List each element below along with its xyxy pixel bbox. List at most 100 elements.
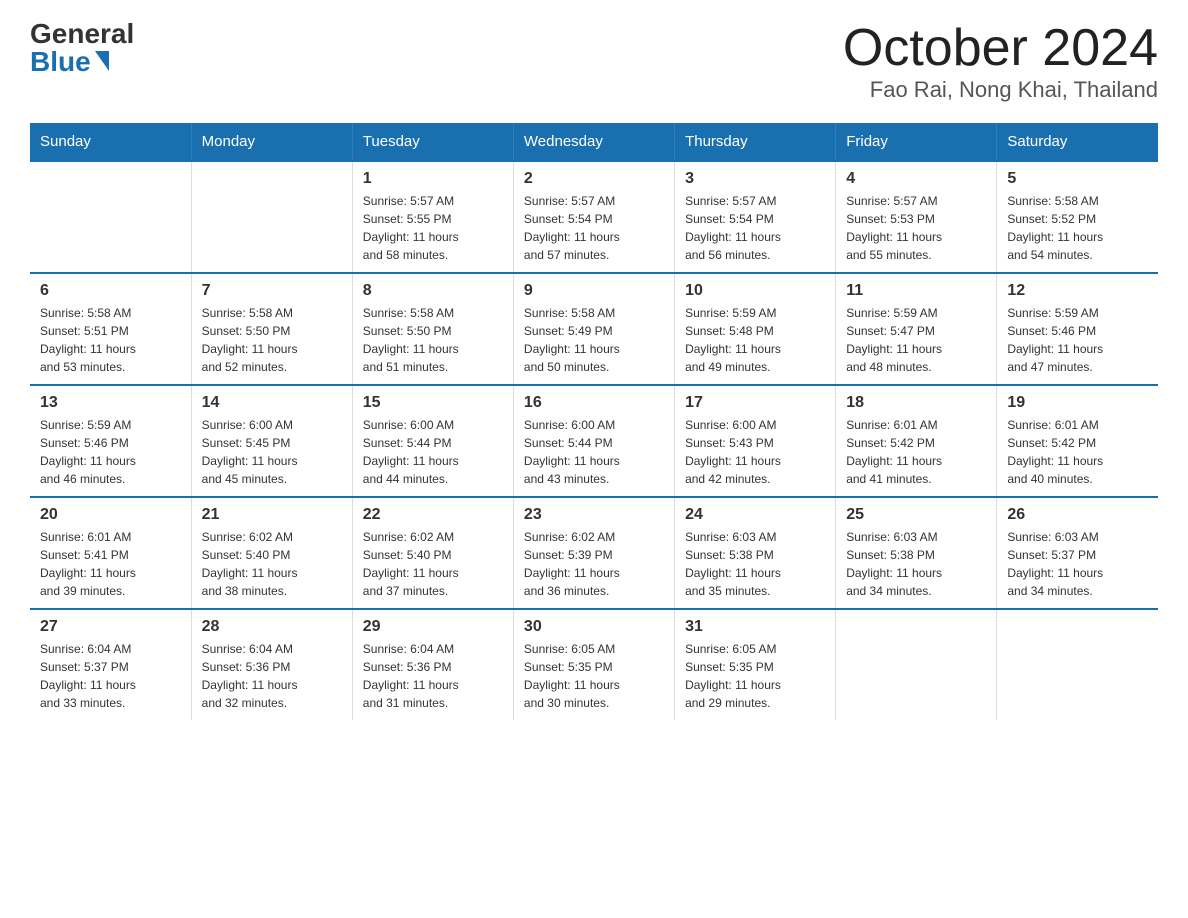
day-info: Sunrise: 5:57 AM Sunset: 5:54 PM Dayligh… [524, 192, 664, 264]
day-number: 21 [202, 506, 342, 524]
calendar-cell: 8 Sunrise: 5:58 AM Sunset: 5:50 PM Daylig… [352, 273, 513, 385]
calendar-cell: 9Sunrise: 5:58 AM Sunset: 5:49 PM Daylig… [513, 273, 674, 385]
day-info: Sunrise: 6:00 AM Sunset: 5:43 PM Dayligh… [685, 416, 825, 488]
day-info: Sunrise: 5:59 AM Sunset: 5:47 PM Dayligh… [846, 304, 986, 376]
calendar-header-row: SundayMondayTuesdayWednesdayThursdayFrid… [30, 123, 1158, 161]
day-info: Sunrise: 5:59 AM Sunset: 5:46 PM Dayligh… [40, 416, 181, 488]
calendar-cell: 18Sunrise: 6:01 AM Sunset: 5:42 PM Dayli… [836, 385, 997, 497]
calendar-cell: 22Sunrise: 6:02 AM Sunset: 5:40 PM Dayli… [352, 497, 513, 609]
day-number: 22 [363, 506, 503, 524]
day-info: Sunrise: 6:01 AM Sunset: 5:42 PM Dayligh… [1007, 416, 1148, 488]
day-number: 26 [1007, 506, 1148, 524]
day-info: Sunrise: 6:05 AM Sunset: 5:35 PM Dayligh… [685, 640, 825, 712]
day-info: Sunrise: 5:57 AM Sunset: 5:53 PM Dayligh… [846, 192, 986, 264]
day-info: Sunrise: 6:05 AM Sunset: 5:35 PM Dayligh… [524, 640, 664, 712]
day-info: Sunrise: 5:57 AM Sunset: 5:54 PM Dayligh… [685, 192, 825, 264]
header-sunday: Sunday [30, 123, 191, 161]
calendar-cell: 3 Sunrise: 5:57 AM Sunset: 5:54 PM Daylig… [675, 161, 836, 273]
calendar-cell: 21 Sunrise: 6:02 AM Sunset: 5:40 PM Dayli… [191, 497, 352, 609]
day-info: Sunrise: 6:01 AM Sunset: 5:41 PM Dayligh… [40, 528, 181, 600]
day-number: 20 [40, 506, 181, 524]
day-info: Sunrise: 5:58 AM Sunset: 5:50 PM Dayligh… [363, 304, 503, 376]
day-number: 8 [363, 282, 503, 300]
day-info: Sunrise: 6:04 AM Sunset: 5:36 PM Dayligh… [363, 640, 503, 712]
day-number: 29 [363, 618, 503, 636]
day-number: 30 [524, 618, 664, 636]
calendar-table: SundayMondayTuesdayWednesdayThursdayFrid… [30, 123, 1158, 720]
logo-general-text: General [30, 20, 134, 48]
day-info: Sunrise: 5:59 AM Sunset: 5:46 PM Dayligh… [1007, 304, 1148, 376]
calendar-cell: 24 Sunrise: 6:03 AM Sunset: 5:38 PM Dayli… [675, 497, 836, 609]
day-number: 16 [524, 394, 664, 412]
header-wednesday: Wednesday [513, 123, 674, 161]
calendar-cell [836, 609, 997, 720]
day-number: 17 [685, 394, 825, 412]
calendar-cell [997, 609, 1158, 720]
calendar-cell: 26 Sunrise: 6:03 AM Sunset: 5:37 PM Dayli… [997, 497, 1158, 609]
calendar-cell: 29 Sunrise: 6:04 AM Sunset: 5:36 PM Dayli… [352, 609, 513, 720]
day-info: Sunrise: 6:03 AM Sunset: 5:37 PM Dayligh… [1007, 528, 1148, 600]
calendar-week-row: 6 Sunrise: 5:58 AM Sunset: 5:51 PM Daylig… [30, 273, 1158, 385]
day-number: 7 [202, 282, 342, 300]
day-info: Sunrise: 5:58 AM Sunset: 5:51 PM Dayligh… [40, 304, 181, 376]
calendar-cell [30, 161, 191, 273]
calendar-cell: 31 Sunrise: 6:05 AM Sunset: 5:35 PM Dayli… [675, 609, 836, 720]
calendar-cell: 10 Sunrise: 5:59 AM Sunset: 5:48 PM Dayli… [675, 273, 836, 385]
day-number: 1 [363, 170, 503, 188]
logo-triangle-icon [95, 51, 109, 71]
day-info: Sunrise: 5:59 AM Sunset: 5:48 PM Dayligh… [685, 304, 825, 376]
calendar-cell: 13Sunrise: 5:59 AM Sunset: 5:46 PM Dayli… [30, 385, 191, 497]
page-header: General Blue October 2024 Fao Rai, Nong … [30, 20, 1158, 103]
calendar-cell: 7 Sunrise: 5:58 AM Sunset: 5:50 PM Daylig… [191, 273, 352, 385]
day-number: 9 [524, 282, 664, 300]
day-info: Sunrise: 6:00 AM Sunset: 5:44 PM Dayligh… [363, 416, 503, 488]
day-number: 24 [685, 506, 825, 524]
logo: General Blue [30, 20, 134, 76]
day-number: 5 [1007, 170, 1148, 188]
calendar-cell [191, 161, 352, 273]
calendar-cell: 5 Sunrise: 5:58 AM Sunset: 5:52 PM Daylig… [997, 161, 1158, 273]
day-number: 2 [524, 170, 664, 188]
day-info: Sunrise: 6:03 AM Sunset: 5:38 PM Dayligh… [846, 528, 986, 600]
day-info: Sunrise: 5:57 AM Sunset: 5:55 PM Dayligh… [363, 192, 503, 264]
day-number: 27 [40, 618, 181, 636]
calendar-cell: 19 Sunrise: 6:01 AM Sunset: 5:42 PM Dayli… [997, 385, 1158, 497]
header-tuesday: Tuesday [352, 123, 513, 161]
day-info: Sunrise: 6:00 AM Sunset: 5:45 PM Dayligh… [202, 416, 342, 488]
calendar-cell: 12Sunrise: 5:59 AM Sunset: 5:46 PM Dayli… [997, 273, 1158, 385]
calendar-cell: 17 Sunrise: 6:00 AM Sunset: 5:43 PM Dayli… [675, 385, 836, 497]
calendar-week-row: 13Sunrise: 5:59 AM Sunset: 5:46 PM Dayli… [30, 385, 1158, 497]
calendar-cell: 23 Sunrise: 6:02 AM Sunset: 5:39 PM Dayli… [513, 497, 674, 609]
calendar-cell: 27 Sunrise: 6:04 AM Sunset: 5:37 PM Dayli… [30, 609, 191, 720]
calendar-cell: 30 Sunrise: 6:05 AM Sunset: 5:35 PM Dayli… [513, 609, 674, 720]
day-info: Sunrise: 6:02 AM Sunset: 5:39 PM Dayligh… [524, 528, 664, 600]
day-number: 23 [524, 506, 664, 524]
day-info: Sunrise: 6:01 AM Sunset: 5:42 PM Dayligh… [846, 416, 986, 488]
calendar-cell: 11Sunrise: 5:59 AM Sunset: 5:47 PM Dayli… [836, 273, 997, 385]
day-number: 31 [685, 618, 825, 636]
title-block: October 2024 Fao Rai, Nong Khai, Thailan… [843, 20, 1158, 103]
calendar-cell: 1 Sunrise: 5:57 AM Sunset: 5:55 PM Daylig… [352, 161, 513, 273]
day-info: Sunrise: 6:03 AM Sunset: 5:38 PM Dayligh… [685, 528, 825, 600]
header-monday: Monday [191, 123, 352, 161]
day-number: 14 [202, 394, 342, 412]
day-number: 6 [40, 282, 181, 300]
day-number: 4 [846, 170, 986, 188]
calendar-week-row: 20 Sunrise: 6:01 AM Sunset: 5:41 PM Dayli… [30, 497, 1158, 609]
day-info: Sunrise: 5:58 AM Sunset: 5:52 PM Dayligh… [1007, 192, 1148, 264]
day-number: 28 [202, 618, 342, 636]
day-info: Sunrise: 6:04 AM Sunset: 5:37 PM Dayligh… [40, 640, 181, 712]
day-info: Sunrise: 6:00 AM Sunset: 5:44 PM Dayligh… [524, 416, 664, 488]
calendar-week-row: 27 Sunrise: 6:04 AM Sunset: 5:37 PM Dayli… [30, 609, 1158, 720]
month-title: October 2024 [843, 20, 1158, 77]
day-info: Sunrise: 5:58 AM Sunset: 5:50 PM Dayligh… [202, 304, 342, 376]
header-thursday: Thursday [675, 123, 836, 161]
day-info: Sunrise: 6:02 AM Sunset: 5:40 PM Dayligh… [202, 528, 342, 600]
day-number: 3 [685, 170, 825, 188]
day-number: 15 [363, 394, 503, 412]
day-number: 19 [1007, 394, 1148, 412]
day-number: 10 [685, 282, 825, 300]
calendar-week-row: 1 Sunrise: 5:57 AM Sunset: 5:55 PM Daylig… [30, 161, 1158, 273]
calendar-cell: 4 Sunrise: 5:57 AM Sunset: 5:53 PM Daylig… [836, 161, 997, 273]
day-number: 25 [846, 506, 986, 524]
